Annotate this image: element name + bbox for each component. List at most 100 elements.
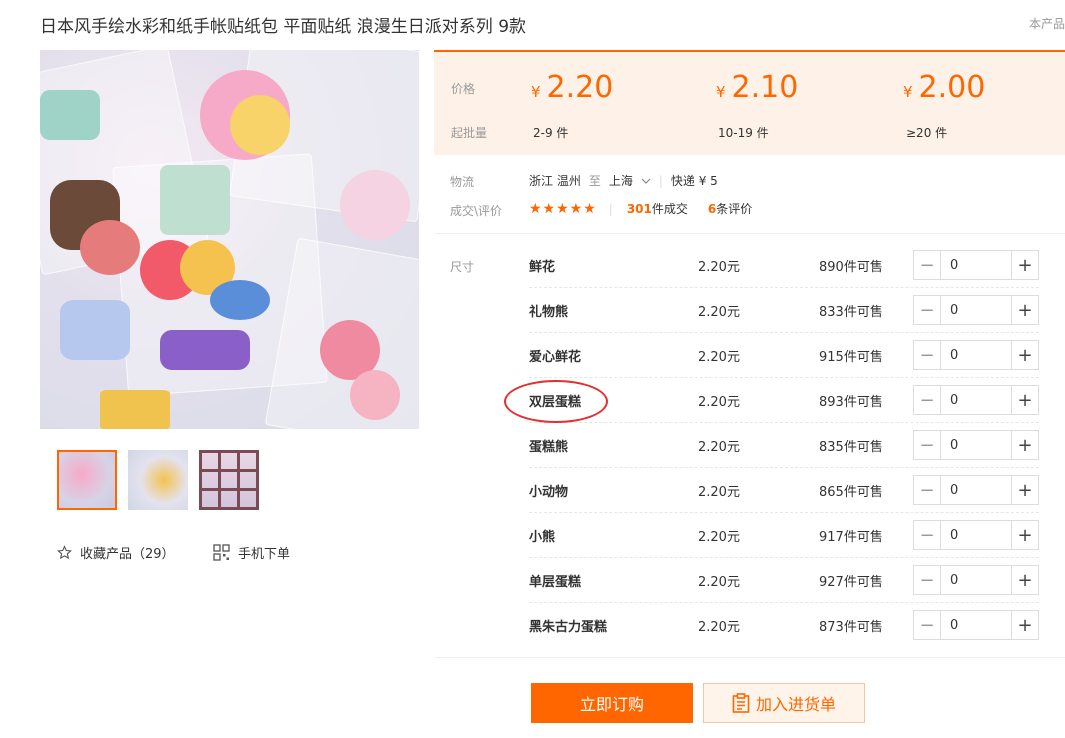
ship-from: 浙江 温州	[529, 174, 581, 188]
increment-button[interactable]: +	[1011, 251, 1038, 279]
ship-to-value: 上海	[608, 174, 633, 188]
sku-row: 小动物 2.20元 865件可售 − +	[529, 468, 1039, 513]
increment-button[interactable]: +	[1011, 296, 1038, 324]
ship-to-select[interactable]: 上海	[609, 172, 651, 189]
sku-row: 爱心鲜花 2.20元 915件可售 − +	[529, 333, 1039, 378]
deals-link[interactable]: 301件成交	[627, 200, 688, 217]
currency-symbol: ¥	[531, 83, 541, 101]
sku-price: 2.20元	[698, 575, 740, 590]
quantity-stepper: − +	[913, 565, 1039, 595]
sku-stock: 865件可售	[819, 485, 883, 500]
quantity-input[interactable]	[941, 611, 1011, 639]
decrement-button[interactable]: −	[914, 386, 941, 414]
thumbnail-3[interactable]	[199, 450, 259, 510]
decrement-button[interactable]: −	[914, 521, 941, 549]
sku-stock: 835件可售	[819, 440, 883, 455]
rating-stars: ★★★★★	[529, 200, 597, 217]
sku-name: 单层蛋糕	[529, 575, 582, 590]
quantity-input[interactable]	[941, 521, 1011, 549]
quantity-input[interactable]	[941, 431, 1011, 459]
decrement-button[interactable]: −	[914, 566, 941, 594]
quantity-stepper: − +	[913, 610, 1039, 640]
sku-stock: 890件可售	[819, 260, 883, 275]
increment-button[interactable]: +	[1011, 431, 1038, 459]
sku-row: 黑朱古力蛋糕 2.20元 873件可售 − +	[529, 603, 1039, 648]
quantity-input[interactable]	[941, 296, 1011, 324]
quantity-input[interactable]	[941, 566, 1011, 594]
sku-name: 蛋糕熊	[529, 440, 569, 455]
review-suffix: 条评价	[716, 202, 753, 216]
decrement-button[interactable]: −	[914, 341, 941, 369]
clipboard-icon	[732, 693, 750, 713]
sku-stock: 927件可售	[819, 575, 883, 590]
add-to-cart-button[interactable]: 加入进货单	[703, 683, 865, 723]
favorite-product[interactable]: 收藏产品（29）	[57, 543, 175, 562]
decrement-button[interactable]: −	[914, 476, 941, 504]
mobile-order[interactable]: 手机下单	[213, 543, 290, 562]
logistics-info: 浙江 温州 至 上海 | 快递 ¥ 5	[529, 172, 718, 189]
reviews-link[interactable]: 6条评价	[708, 200, 752, 217]
chevron-down-icon	[641, 178, 651, 184]
currency-symbol: ¥	[903, 83, 913, 101]
sku-name: 礼物熊	[529, 305, 569, 320]
sku-row: 礼物熊 2.20元 833件可售 − +	[529, 288, 1039, 333]
sku-stock: 833件可售	[819, 305, 883, 320]
sku-name: 小熊	[529, 530, 556, 545]
review-count: 6	[707, 202, 717, 216]
deals-suffix: 件成交	[651, 202, 688, 216]
corner-text[interactable]: 本产品	[1029, 15, 1065, 32]
qrcode-icon	[213, 544, 230, 561]
main-product-image[interactable]	[40, 50, 419, 429]
to-word: 至	[588, 174, 601, 188]
sku-name: 双层蛋糕	[529, 395, 582, 410]
sku-price: 2.20元	[698, 305, 740, 320]
sku-name: 黑朱古力蛋糕	[529, 620, 608, 635]
mobile-order-label: 手机下单	[238, 547, 291, 562]
divider: |	[608, 201, 613, 216]
add-to-cart-label: 加入进货单	[755, 695, 836, 714]
buy-now-button[interactable]: 立即订购	[531, 683, 693, 723]
decrement-button[interactable]: −	[914, 296, 941, 324]
increment-button[interactable]: +	[1011, 476, 1038, 504]
sku-stock: 915件可售	[819, 350, 883, 365]
sku-price: 2.20元	[698, 530, 740, 545]
sku-price: 2.20元	[698, 260, 740, 275]
divider: |	[658, 173, 663, 188]
star-outline-icon	[57, 545, 72, 560]
quantity-stepper: − +	[913, 520, 1039, 550]
price-tier-3: ¥2.00	[903, 70, 985, 105]
sku-row: 单层蛋糕 2.20元 927件可售 − +	[529, 558, 1039, 603]
price-value: 2.20	[546, 70, 614, 105]
quantity-input[interactable]	[941, 341, 1011, 369]
sku-stock: 917件可售	[819, 530, 883, 545]
favorite-label: 收藏产品（29）	[80, 547, 175, 562]
increment-button[interactable]: +	[1011, 566, 1038, 594]
sku-row: 鲜花 2.20元 890件可售 − +	[529, 243, 1039, 288]
quantity-input[interactable]	[941, 251, 1011, 279]
sku-name: 小动物	[529, 485, 569, 500]
quantity-stepper: − +	[913, 475, 1039, 505]
price-value: 2.00	[918, 70, 986, 105]
quantity-input[interactable]	[941, 476, 1011, 504]
price-tier-2: ¥2.10	[716, 70, 798, 105]
sku-row: 蛋糕熊 2.20元 835件可售 − +	[529, 423, 1039, 468]
decrement-button[interactable]: −	[914, 251, 941, 279]
decrement-button[interactable]: −	[914, 431, 941, 459]
divider-line	[434, 233, 1065, 234]
quantity-stepper: − +	[913, 250, 1039, 280]
currency-symbol: ¥	[716, 83, 726, 101]
quantity-input[interactable]	[941, 386, 1011, 414]
sku-name: 爱心鲜花	[529, 350, 582, 365]
rating-info: ★★★★★ | 301件成交 6条评价	[529, 200, 752, 217]
deals-reviews-label: 成交\评价	[450, 204, 503, 218]
increment-button[interactable]: +	[1011, 521, 1038, 549]
sku-row: 小熊 2.20元 917件可售 − +	[529, 513, 1039, 558]
increment-button[interactable]: +	[1011, 611, 1038, 639]
decrement-button[interactable]: −	[914, 611, 941, 639]
increment-button[interactable]: +	[1011, 386, 1038, 414]
increment-button[interactable]: +	[1011, 341, 1038, 369]
thumbnail-2[interactable]	[128, 450, 188, 510]
thumbnail-1[interactable]	[57, 450, 117, 510]
price-panel: 价格 起批量 ¥2.20 ¥2.10 ¥2.00 2-9 件 10-19 件 ≥…	[434, 50, 1065, 155]
sku-row: 双层蛋糕 2.20元 893件可售 − +	[529, 378, 1039, 423]
